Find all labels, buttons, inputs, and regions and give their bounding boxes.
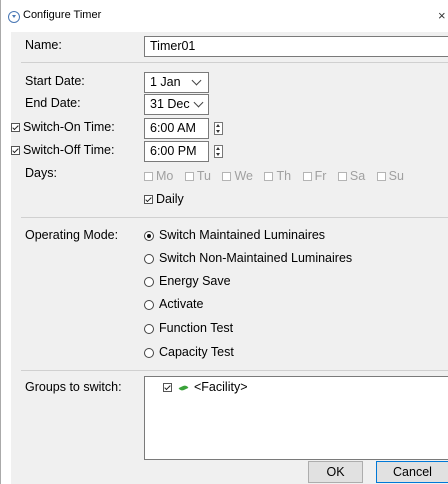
group-item-facility[interactable]: <Facility> <box>163 380 248 394</box>
switch-on-time-value: 6:00 AM <box>150 121 196 135</box>
operating-mode-label: Operating Mode: <box>25 228 119 242</box>
group-label: <Facility> <box>194 380 248 394</box>
name-label: Name: <box>25 38 62 52</box>
separator <box>21 217 448 218</box>
day-checkbox-th[interactable]: Th <box>264 169 291 183</box>
mode-option-5: Capacity Test <box>159 345 234 359</box>
day-checkbox-we[interactable]: We <box>222 169 253 183</box>
switch-off-time-value: 6:00 PM <box>150 144 197 158</box>
separator <box>21 370 448 371</box>
daily-row: Daily <box>144 192 184 206</box>
separator <box>21 62 448 63</box>
cancel-button[interactable]: Cancel <box>376 461 448 483</box>
switch-off-time-input[interactable]: 6:00 PM <box>144 141 209 162</box>
daily-checkbox[interactable] <box>144 195 153 205</box>
switch-on-label: Switch-On Time: <box>23 120 115 134</box>
group-checkbox[interactable] <box>163 383 172 393</box>
switch-on-row: Switch-On Time: <box>11 120 115 134</box>
start-date-dropdown[interactable]: 1 Jan <box>144 72 209 93</box>
days-label: Days: <box>25 166 57 180</box>
end-date-value: 31 Dec <box>150 97 190 111</box>
mode-option-3: Activate <box>159 297 204 311</box>
title-bar: Configure Timer × <box>1 0 448 32</box>
dialog-body: Name: Timer01 Start Date: 1 Jan End Date… <box>11 32 448 484</box>
name-input[interactable]: Timer01 <box>144 36 448 57</box>
start-date-label: Start Date: <box>25 74 85 88</box>
day-checkbox-su[interactable]: Su <box>376 169 404 183</box>
switch-on-time-input[interactable]: 6:00 AM <box>144 118 209 139</box>
chevron-down-icon <box>191 75 202 86</box>
mode-radio-0[interactable] <box>144 231 154 241</box>
window-title: Configure Timer <box>23 9 102 21</box>
day-checkbox-mo[interactable]: Mo <box>144 169 173 183</box>
start-date-value: 1 Jan <box>150 75 181 89</box>
switch-on-spinner[interactable] <box>214 122 223 135</box>
ok-button[interactable]: OK <box>308 461 363 483</box>
mode-option-4: Function Test <box>159 321 234 335</box>
mode-option-0: Switch Maintained Luminaires <box>159 228 326 242</box>
day-checkbox-fr[interactable]: Fr <box>302 169 326 183</box>
mode-radio-4[interactable] <box>144 324 154 334</box>
chevron-down-icon <box>193 97 204 108</box>
switch-off-checkbox[interactable] <box>11 146 20 156</box>
close-button[interactable]: × <box>438 8 446 23</box>
end-date-dropdown[interactable]: 31 Dec <box>144 94 209 115</box>
configure-timer-dialog: Configure Timer × Name: Timer01 Start Da… <box>0 0 448 484</box>
mode-radio-3[interactable] <box>144 300 154 310</box>
switch-off-row: Switch-Off Time: <box>11 143 114 157</box>
switch-off-label: Switch-Off Time: <box>23 143 115 157</box>
groups-label: Groups to switch: <box>25 380 122 394</box>
mode-option-1: Switch Non-Maintained Luminaires <box>159 251 353 265</box>
leaf-icon <box>178 383 189 392</box>
groups-tree[interactable]: <Facility> <box>144 376 448 460</box>
mode-radio-2[interactable] <box>144 277 154 287</box>
days-row: Mo Tu We Th Fr Sa Su <box>144 169 412 183</box>
day-checkbox-tu[interactable]: Tu <box>184 169 211 183</box>
mode-radio-1[interactable] <box>144 254 154 264</box>
day-checkbox-sa[interactable]: Sa <box>337 169 365 183</box>
app-icon <box>8 11 20 23</box>
daily-label: Daily <box>156 192 184 206</box>
end-date-label: End Date: <box>25 96 81 110</box>
mode-option-2: Energy Save <box>159 274 231 288</box>
switch-off-spinner[interactable] <box>214 145 223 158</box>
mode-radio-5[interactable] <box>144 348 154 358</box>
switch-on-checkbox[interactable] <box>11 123 20 133</box>
